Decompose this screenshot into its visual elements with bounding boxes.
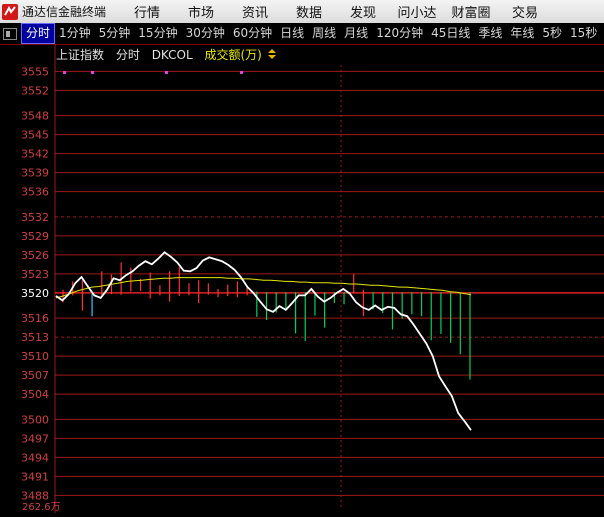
- y-tick-label: 3513: [21, 331, 49, 344]
- menu-discover[interactable]: 发现: [336, 2, 390, 21]
- period-60min[interactable]: 60分钟: [229, 24, 276, 43]
- y-tick-label: 3510: [21, 350, 49, 363]
- volume-axis-label: 262.6万: [22, 502, 61, 513]
- period-45day[interactable]: 45日线: [427, 24, 474, 43]
- event-marker: [63, 71, 66, 74]
- y-tick-label: 3520: [21, 287, 49, 300]
- y-tick-label: 3491: [21, 470, 49, 483]
- y-tick-label: 3500: [21, 413, 49, 426]
- menu-trade[interactable]: 交易: [498, 2, 552, 21]
- y-tick-label: 3536: [21, 186, 49, 199]
- y-tick-label: 3545: [21, 129, 49, 142]
- y-tick-label: 3504: [21, 388, 49, 401]
- period-yearly[interactable]: 年线: [506, 24, 538, 43]
- event-marker: [91, 71, 94, 74]
- chart-header: 上证指数 分时 DKCOL 成交额(万): [56, 46, 278, 63]
- period-weekly[interactable]: 周线: [308, 24, 340, 43]
- intraday-chart-svg: 3555 3552 3548 3545 3542 3539 3536 3532 3529 3526…: [21, 44, 604, 513]
- y-tick-label: 3488: [21, 489, 49, 502]
- y-tick-label: 3548: [21, 110, 49, 123]
- menu-quotes[interactable]: 行情: [120, 2, 174, 21]
- volume-label: 成交额(万): [204, 48, 262, 62]
- y-tick-label: 3542: [21, 148, 49, 161]
- title-bar: 通达信金融终端 行情 市场 资讯 数据 发现 问小达 财富圈 交易: [0, 0, 604, 24]
- period-5sec[interactable]: 5秒: [538, 24, 566, 43]
- app-title: 通达信金融终端: [22, 5, 107, 19]
- y-tick-label: 3532: [21, 211, 49, 224]
- period-30min[interactable]: 30分钟: [182, 24, 229, 43]
- menu-market[interactable]: 市场: [174, 2, 228, 21]
- price-line: [55, 251, 472, 431]
- y-tick-label: 3526: [21, 249, 49, 262]
- period-daily[interactable]: 日线: [276, 24, 308, 43]
- chart-mode: 分时: [115, 48, 140, 62]
- main-menu: 行情 市场 资讯 数据 发现 问小达 财富圈 交易: [120, 2, 552, 21]
- period-15min[interactable]: 15分钟: [134, 24, 181, 43]
- intraday-chart[interactable]: 3555 3552 3548 3545 3542 3539 3536 3532 3529 3526…: [0, 44, 604, 513]
- updown-arrow-icon[interactable]: [266, 48, 278, 60]
- period-1min[interactable]: 1分钟: [55, 24, 95, 43]
- period-15sec[interactable]: 15秒: [566, 24, 601, 43]
- period-toolbar: 分时 1分钟 5分钟 15分钟 30分钟 60分钟 日线 周线 月线 120分钟…: [0, 23, 604, 45]
- period-120min[interactable]: 120分钟: [372, 24, 427, 43]
- y-tick-label: 3552: [21, 84, 49, 97]
- indicator-name: DKCOL: [151, 48, 193, 62]
- panel-toggle-icon[interactable]: [3, 27, 17, 40]
- menu-wealth[interactable]: 财富圈: [444, 2, 498, 21]
- y-tick-label: 3529: [21, 230, 49, 243]
- period-monthly[interactable]: 月线: [340, 24, 372, 43]
- app-logo-icon: [2, 3, 18, 20]
- period-5min[interactable]: 5分钟: [95, 24, 135, 43]
- menu-data[interactable]: 数据: [282, 2, 336, 21]
- menu-ask[interactable]: 问小达: [390, 2, 444, 21]
- y-tick-label: 3555: [21, 65, 49, 78]
- period-quarterly[interactable]: 季线: [474, 24, 506, 43]
- y-tick-label: 3539: [21, 167, 49, 180]
- index-name: 上证指数: [56, 48, 105, 62]
- event-marker: [165, 71, 168, 74]
- menu-news[interactable]: 资讯: [228, 2, 282, 21]
- period-intraday[interactable]: 分时: [21, 23, 56, 44]
- y-tick-label: 3523: [21, 268, 49, 281]
- y-tick-label: 3507: [21, 369, 49, 382]
- event-marker: [240, 71, 243, 74]
- y-tick-label: 3497: [21, 432, 49, 445]
- y-tick-label: 3516: [21, 312, 49, 325]
- y-tick-label: 3494: [21, 451, 49, 464]
